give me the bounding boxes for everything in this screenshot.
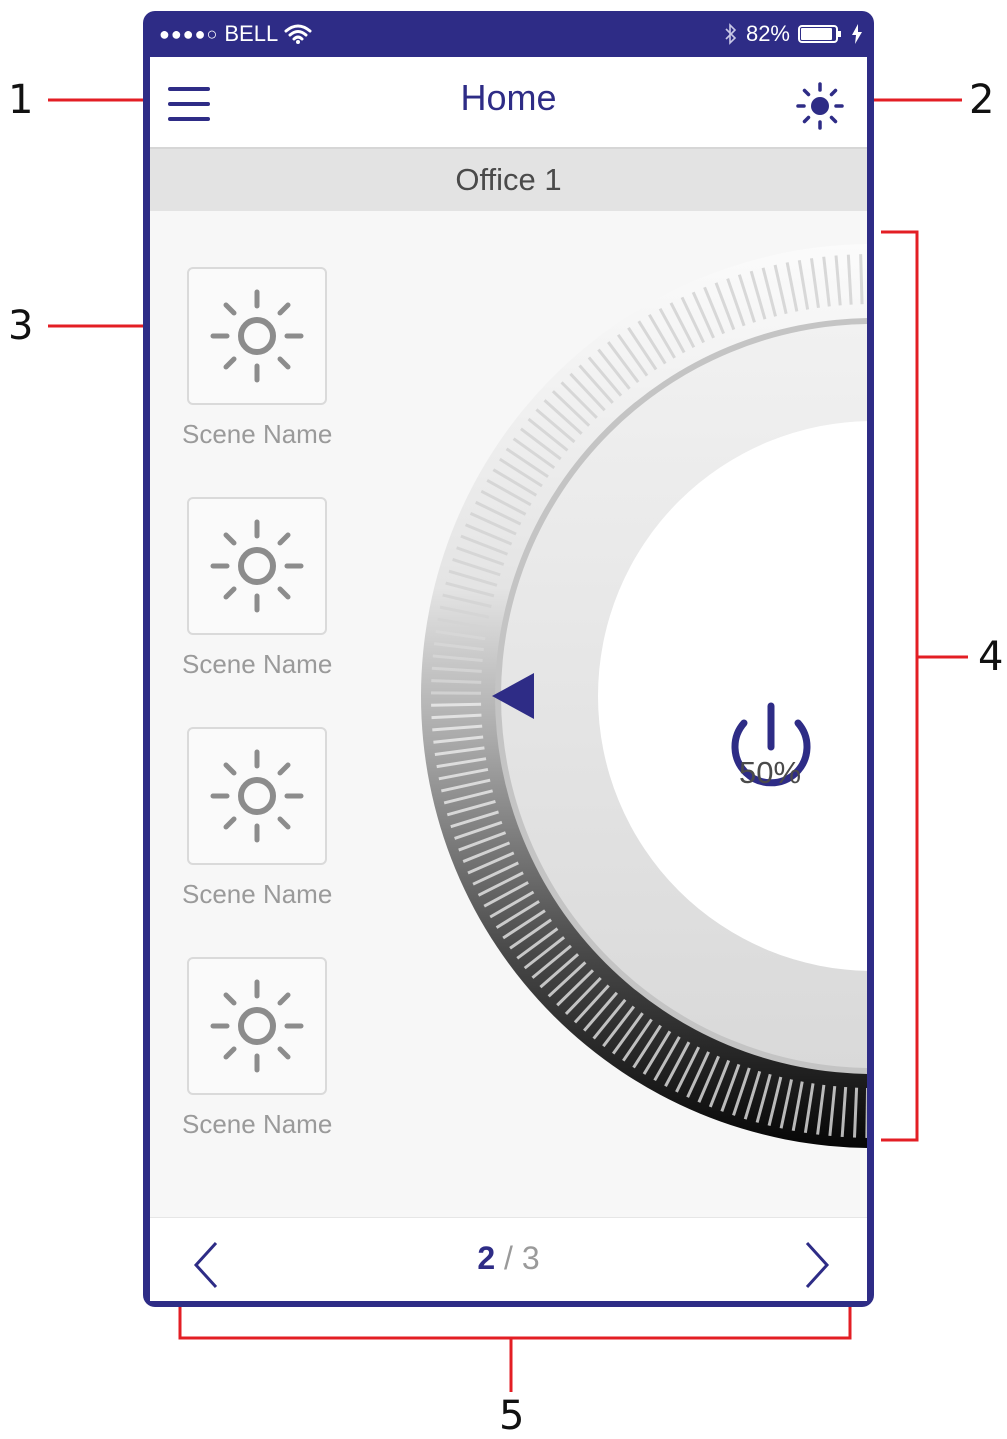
total-pages: 3 <box>522 1240 540 1276</box>
scene-button[interactable]: Scene Name <box>182 267 332 450</box>
dial-tick <box>854 1088 856 1138</box>
dial-tick <box>431 704 481 705</box>
app-screen: Home Office 1 <box>150 57 867 1301</box>
signal-strength: ●●●●○ <box>159 24 218 45</box>
brightness-button[interactable] <box>795 81 845 131</box>
battery-icon <box>798 23 844 45</box>
current-page: 2 <box>477 1240 495 1276</box>
callout-4: 4 <box>978 637 1003 677</box>
callout-3: 3 <box>8 306 33 346</box>
nav-bar: Home <box>150 57 867 149</box>
scene-label: Scene Name <box>182 649 332 680</box>
location-bar: Office 1 <box>150 149 867 211</box>
scene-label: Scene Name <box>182 419 332 450</box>
callout-1: 1 <box>8 80 33 120</box>
page-separator: / <box>495 1240 522 1276</box>
scene-button[interactable]: Scene Name <box>182 957 332 1140</box>
scene-label: Scene Name <box>182 879 332 910</box>
page-title: Home <box>150 77 867 119</box>
phone-frame: ●●●●○ BELL 82% <box>143 11 874 1307</box>
scene-label: Scene Name <box>182 1109 332 1140</box>
sun-outline-icon <box>207 516 307 616</box>
wifi-icon <box>284 23 312 45</box>
carrier-name: BELL <box>224 21 278 47</box>
status-bar: ●●●●○ BELL 82% <box>143 11 874 57</box>
status-left: ●●●●○ BELL <box>159 21 312 47</box>
pagination-bar: 2 / 3 <box>150 1217 867 1301</box>
scene-button[interactable]: Scene Name <box>182 727 332 910</box>
callout-2: 2 <box>969 80 994 120</box>
sun-outline-icon <box>207 976 307 1076</box>
sun-outline-icon <box>207 746 307 846</box>
sun-filled-icon <box>798 84 842 128</box>
dial-tick <box>861 254 862 304</box>
callout-5: 5 <box>499 1396 524 1436</box>
dimmer-level-text: 50% <box>739 755 801 790</box>
bolt-icon <box>852 24 862 44</box>
battery-percent: 82% <box>746 21 790 47</box>
chevron-right-icon[interactable] <box>795 1238 835 1292</box>
bluetooth-icon <box>724 23 738 45</box>
page-indicator: 2 / 3 <box>150 1240 867 1277</box>
scene-button[interactable]: Scene Name <box>182 497 332 680</box>
status-right: 82% <box>724 21 862 47</box>
sun-outline-icon <box>207 286 307 386</box>
dial-tick <box>431 681 481 683</box>
